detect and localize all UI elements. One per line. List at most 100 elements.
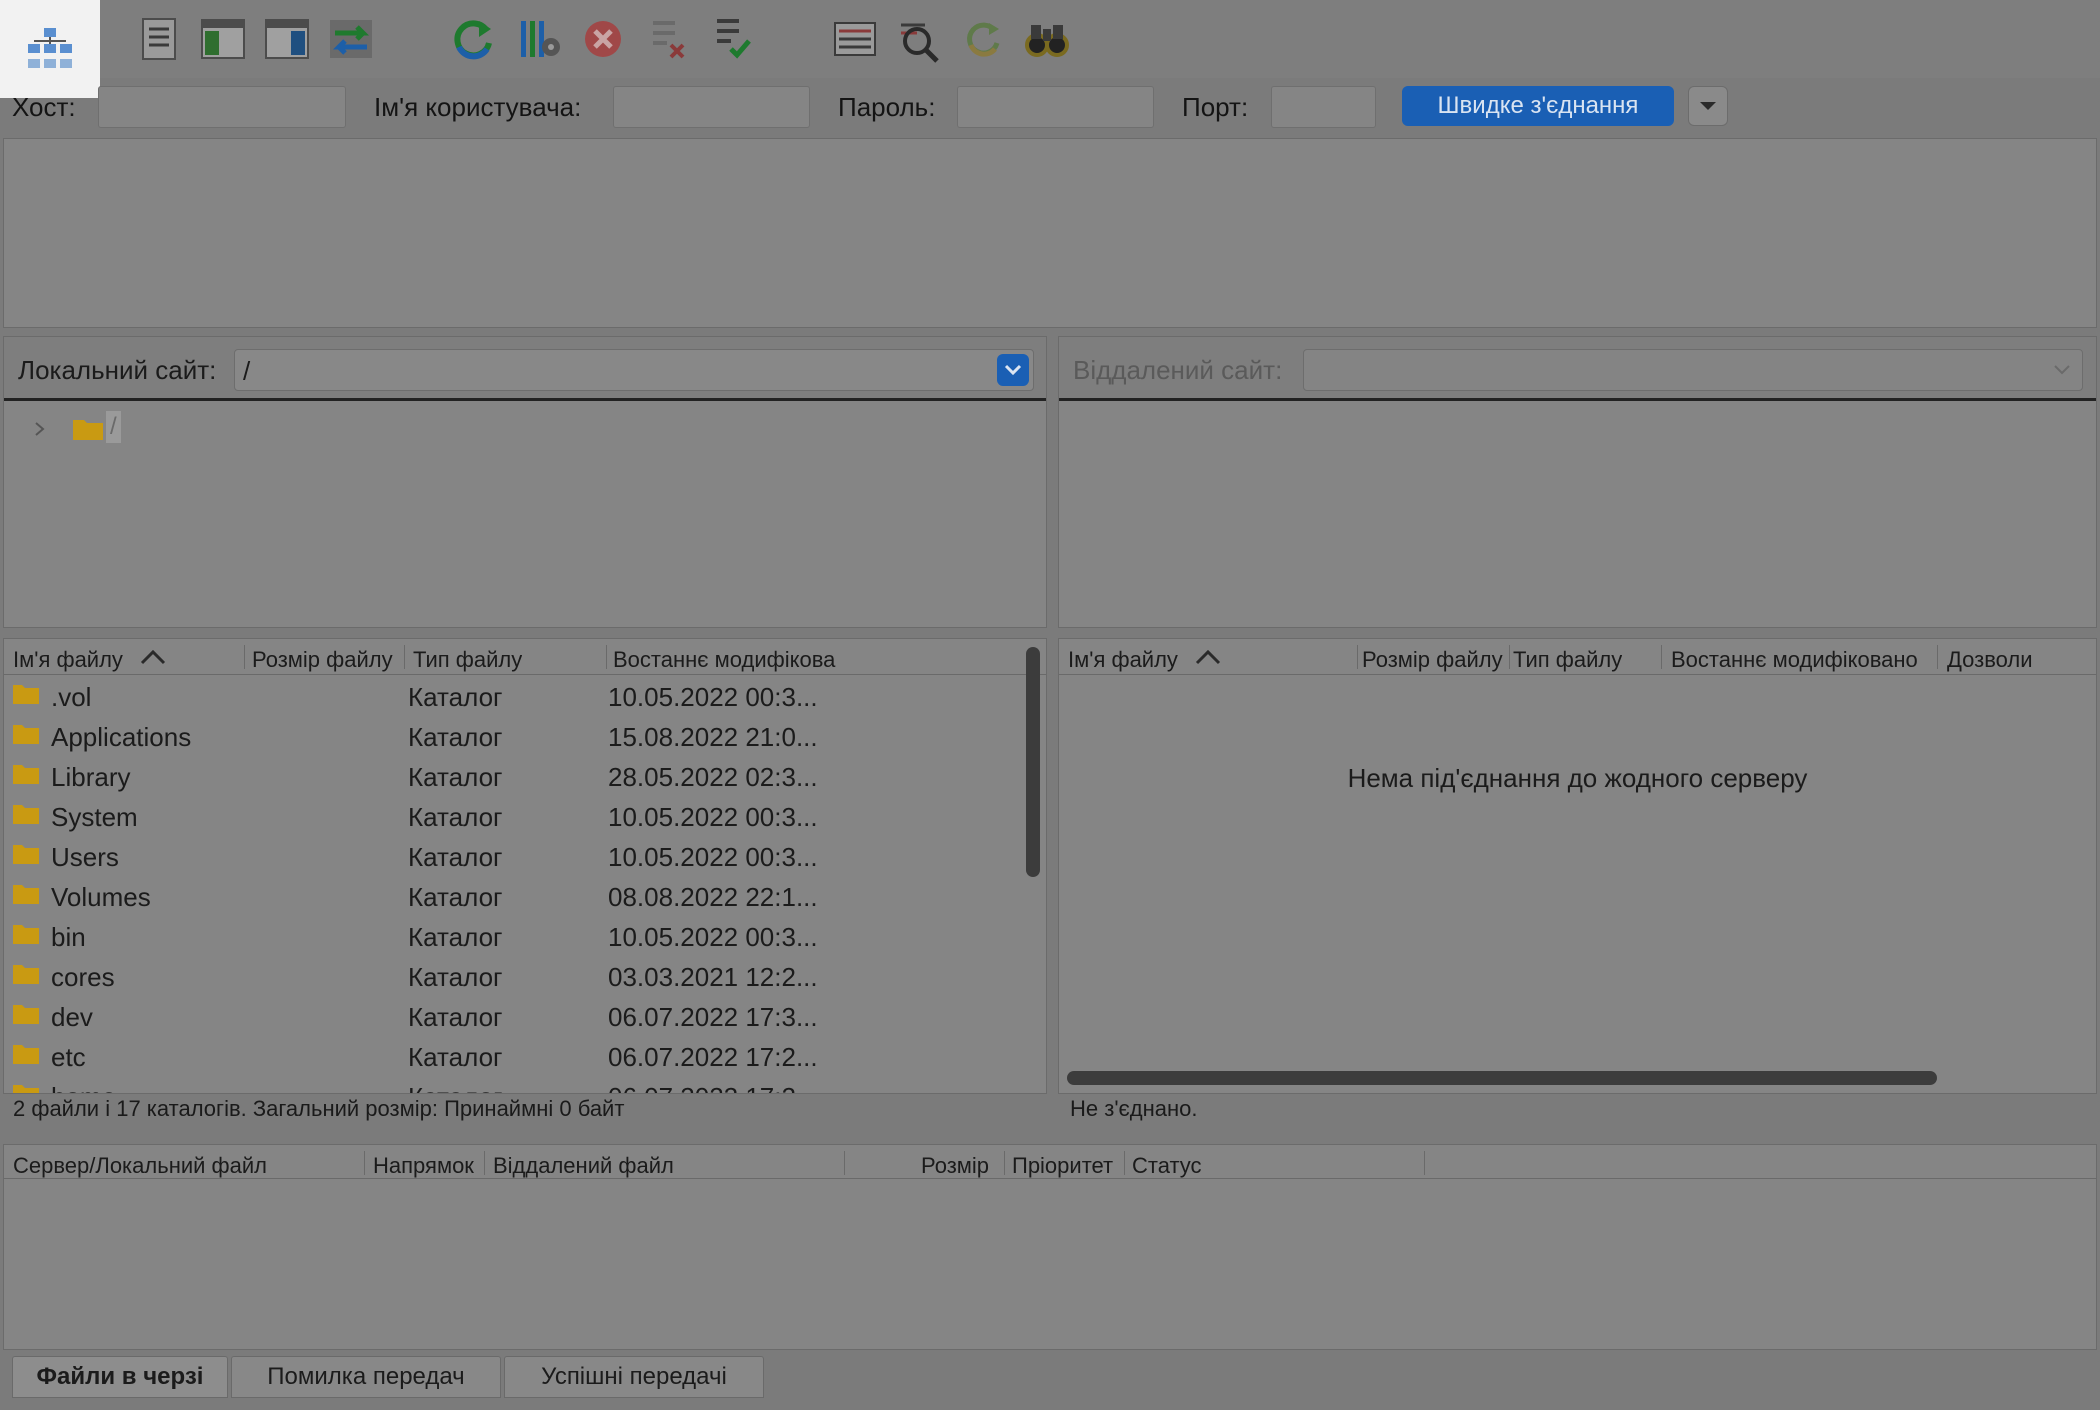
host-input[interactable] <box>98 86 346 128</box>
table-row[interactable]: dev Каталог 06.07.2022 17:3... <box>4 995 1016 1035</box>
file-type: Каталог <box>408 1002 503 1032</box>
password-input[interactable] <box>957 86 1154 128</box>
chevron-right-icon[interactable] <box>34 421 46 437</box>
transfer-queue-toggle-icon <box>330 20 372 58</box>
process-queue-icon <box>521 21 560 57</box>
file-modified: 10.05.2022 00:3... <box>608 922 818 952</box>
sort-ascending-icon <box>1195 649 1221 665</box>
local-col-filesize[interactable]: Розмір файлу <box>252 647 402 673</box>
file-modified: 10.05.2022 00:3... <box>608 802 818 832</box>
cancel-operation-icon <box>585 21 621 57</box>
sort-ascending-icon <box>140 649 166 665</box>
local-vertical-scrollbar[interactable] <box>1026 647 1040 877</box>
folder-icon <box>13 685 39 704</box>
disconnect-button[interactable] <box>640 14 694 64</box>
file-name: cores <box>51 962 115 992</box>
remote-path-combo[interactable] <box>1303 349 2083 391</box>
file-name: etc <box>51 1042 86 1072</box>
search-remote-files-icon <box>1025 25 1069 57</box>
folder-icon <box>13 1085 39 1093</box>
table-row[interactable]: cores Каталог 03.03.2021 12:2... <box>4 955 1016 995</box>
local-path-dropdown[interactable] <box>997 354 1029 386</box>
table-row[interactable]: Users Каталог 10.05.2022 00:3... <box>4 835 1016 875</box>
remote-tree-pane: Віддалений сайт: <box>1058 336 2097 628</box>
tab-failed-transfers[interactable]: Помилка передач <box>231 1356 501 1398</box>
refresh-icon <box>454 20 492 60</box>
quickconnect-history-dropdown[interactable] <box>1688 86 1728 126</box>
transfer-queue-toggle-button[interactable] <box>324 14 378 64</box>
remote-path-dropdown[interactable] <box>2046 354 2078 386</box>
cancel-operation-button[interactable] <box>576 14 630 64</box>
remote-site-bar: Віддалений сайт: <box>1059 337 2096 401</box>
tab-successful-transfers[interactable]: Успішні передачі <box>504 1356 764 1398</box>
username-input[interactable] <box>613 86 810 128</box>
directory-listing-filters-button[interactable] <box>828 14 882 64</box>
table-row[interactable]: home Каталог 06.07.2022 17:2... <box>4 1075 1016 1093</box>
local-file-list-header: Ім'я файлу Розмір файлу Тип файлу Востан… <box>4 639 1046 675</box>
queue-col-remote-file[interactable]: Віддалений файл <box>493 1153 674 1179</box>
queue-col-status[interactable]: Статус <box>1132 1153 1202 1179</box>
process-queue-button[interactable] <box>512 14 566 64</box>
folder-icon <box>13 1005 39 1024</box>
local-col-modified[interactable]: Востаннє модифікова <box>613 647 849 673</box>
remote-col-filesize[interactable]: Розмір файлу <box>1362 647 1508 673</box>
toolbar <box>0 0 2100 98</box>
file-type: Каталог <box>408 1042 503 1072</box>
file-name: Library <box>51 762 131 792</box>
queue-col-size[interactable]: Розмір <box>921 1153 989 1179</box>
file-modified: 15.08.2022 21:0... <box>608 722 818 752</box>
folder-icon <box>73 420 103 440</box>
folder-icon <box>13 845 39 864</box>
file-name: Users <box>51 842 119 872</box>
local-tree-toggle-icon <box>201 19 245 59</box>
local-col-filename[interactable]: Ім'я файлу <box>13 647 123 673</box>
file-type: Каталог <box>408 682 503 712</box>
file-type: Каталог <box>408 962 503 992</box>
local-tree-pane: Локальний сайт: / / <box>3 336 1047 628</box>
file-modified: 10.05.2022 00:3... <box>608 682 818 712</box>
remote-horizontal-scrollbar[interactable] <box>1067 1071 1937 1085</box>
table-row[interactable]: Applications Каталог 15.08.2022 21:0... <box>4 715 1016 755</box>
refresh-button[interactable] <box>446 14 500 64</box>
table-row[interactable]: Volumes Каталог 08.08.2022 22:1... <box>4 875 1016 915</box>
remote-tree-toggle-icon <box>265 19 309 59</box>
table-row[interactable]: etc Каталог 06.07.2022 17:2... <box>4 1035 1016 1075</box>
local-col-filetype[interactable]: Тип файлу <box>413 647 522 673</box>
file-name: Applications <box>51 722 192 752</box>
file-type: Каталог <box>408 882 503 912</box>
remote-col-modified[interactable]: Востаннє модифіковано <box>1671 647 1935 673</box>
queue-col-priority[interactable]: Пріоритет <box>1012 1153 1113 1179</box>
chevron-down-icon <box>1700 102 1716 110</box>
local-tree-toggle-button[interactable] <box>196 14 250 64</box>
remote-col-filetype[interactable]: Тип файлу <box>1513 647 1622 673</box>
local-path-combo[interactable]: / <box>234 349 1034 391</box>
reconnect-button[interactable] <box>704 14 758 64</box>
directory-comparison-icon <box>901 23 939 63</box>
remote-col-filename[interactable]: Ім'я файлу <box>1068 647 1178 673</box>
queue-col-direction[interactable]: Напрямок <box>373 1153 474 1179</box>
remote-empty-message: Нема під'єднання до жодного серверу <box>1347 763 1808 793</box>
table-row[interactable]: bin Каталог 10.05.2022 00:3... <box>4 915 1016 955</box>
synchronized-browsing-button[interactable] <box>956 14 1010 64</box>
remote-col-permissions[interactable]: Дозволи <box>1947 647 2033 673</box>
queue-col-server-local[interactable]: Сервер/Локальний файл <box>13 1153 267 1179</box>
table-row[interactable]: System Каталог 10.05.2022 00:3... <box>4 795 1016 835</box>
directory-listing-filters-icon <box>834 22 876 56</box>
remote-tree-toggle-button[interactable] <box>260 14 314 64</box>
tab-queued-files[interactable]: Файли в черзі <box>12 1356 228 1398</box>
directory-comparison-button[interactable] <box>892 14 946 64</box>
table-row[interactable]: .vol Каталог 10.05.2022 00:3... <box>4 675 1016 715</box>
message-log-toggle-button[interactable] <box>132 14 186 64</box>
message-log <box>3 138 2097 328</box>
file-type: Каталог <box>408 842 503 872</box>
folder-icon <box>13 725 39 744</box>
local-status-text: 2 файли і 17 каталогів. Загальний розмір… <box>13 1096 625 1121</box>
local-site-bar: Локальний сайт: / <box>4 337 1046 401</box>
folder-icon <box>13 925 39 944</box>
port-label: Порт: <box>1182 92 1249 122</box>
file-modified: 06.07.2022 17:3... <box>608 1002 818 1032</box>
port-input[interactable] <box>1271 86 1376 128</box>
table-row[interactable]: Library Каталог 28.05.2022 02:3... <box>4 755 1016 795</box>
quickconnect-button[interactable]: Швидке з'єднання <box>1402 86 1674 126</box>
search-remote-files-button[interactable] <box>1020 14 1074 64</box>
